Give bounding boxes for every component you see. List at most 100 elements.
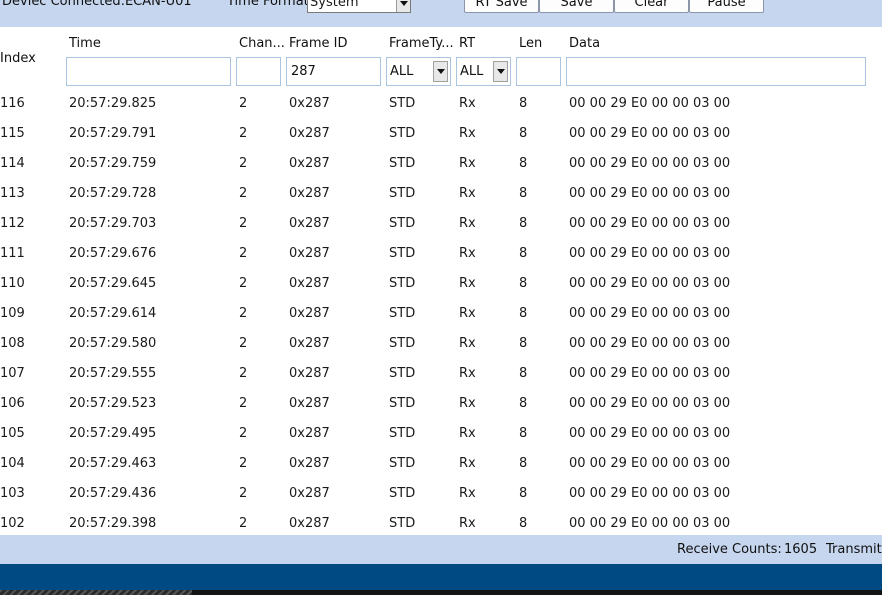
table-row[interactable]: 102 20:57:29.398 2 0x287 STD Rx 8 00 00 29 E0 0…	[0, 510, 882, 534]
frame-id-cell: 0x287	[289, 396, 330, 411]
rt-cell: Rx	[459, 246, 476, 261]
transmit-label: Transmit	[826, 542, 882, 557]
time-cell: 20:57:29.645	[69, 276, 157, 291]
rt-cell: Rx	[459, 306, 476, 321]
data-cell: 00 00 29 E0 00 00 03 00	[569, 336, 731, 351]
rt-cell: Rx	[459, 216, 476, 231]
frame-id-filter-input[interactable]: 287	[286, 57, 381, 86]
index-cell: 110	[0, 276, 25, 291]
frame-id-cell: 0x287	[289, 456, 330, 471]
time-cell: 20:57:29.676	[69, 246, 157, 261]
frame-id-cell: 0x287	[289, 306, 330, 321]
channel-cell: 2	[239, 396, 248, 411]
status-bar: Receive Counts: 1605 Transmit	[0, 535, 882, 564]
time-cell: 20:57:29.495	[69, 426, 157, 441]
table-row[interactable]: 110 20:57:29.645 2 0x287 STD Rx 8 00 00 29 E0 0…	[0, 270, 882, 300]
column-header-rt[interactable]: RT	[459, 36, 475, 51]
rt-cell: Rx	[459, 186, 476, 201]
table-row[interactable]: 106 20:57:29.523 2 0x287 STD Rx 8 00 00 29 E0 0…	[0, 390, 882, 420]
frame-type-cell: STD	[389, 306, 416, 321]
index-cell: 112	[0, 216, 25, 231]
index-cell: 107	[0, 366, 25, 381]
time-cell: 20:57:29.555	[69, 366, 157, 381]
rt-cell: Rx	[459, 456, 476, 471]
time-format-select[interactable]: System	[307, 0, 411, 13]
data-cell: 00 00 29 E0 00 00 03 00	[569, 126, 731, 141]
index-cell: 111	[0, 246, 25, 261]
column-header-time[interactable]: Time	[69, 36, 101, 51]
time-cell: 20:57:29.398	[69, 516, 157, 531]
data-cell: 00 00 29 E0 00 00 03 00	[569, 96, 731, 111]
frame-type-cell: STD	[389, 216, 416, 231]
frame-type-cell: STD	[389, 426, 416, 441]
frame-type-cell: STD	[389, 396, 416, 411]
table-row[interactable]: 104 20:57:29.463 2 0x287 STD Rx 8 00 00 29 E0 0…	[0, 450, 882, 480]
chevron-down-icon	[433, 61, 448, 82]
column-header-frame-type[interactable]: FrameTy...	[389, 36, 454, 51]
time-format-label: Time Format:	[227, 0, 314, 9]
len-cell: 8	[519, 456, 528, 471]
rt-cell: Rx	[459, 426, 476, 441]
table-row[interactable]: 103 20:57:29.436 2 0x287 STD Rx 8 00 00 29 E0 0…	[0, 480, 882, 510]
table-row[interactable]: 115 20:57:29.791 2 0x287 STD Rx 8 00 00 29 E0 0…	[0, 120, 882, 150]
frame-type-cell: STD	[389, 246, 416, 261]
column-header-frame-id[interactable]: Frame ID	[289, 36, 347, 51]
frame-id-cell: 0x287	[289, 126, 330, 141]
chevron-down-icon	[493, 61, 508, 82]
channel-cell: 2	[239, 276, 248, 291]
data-filter-input[interactable]	[566, 57, 866, 86]
table-row[interactable]: 107 20:57:29.555 2 0x287 STD Rx 8 00 00 29 E0 0…	[0, 360, 882, 390]
rt-save-button[interactable]: RT Save	[464, 0, 539, 13]
frame-id-cell: 0x287	[289, 156, 330, 171]
table-row[interactable]: 114 20:57:29.759 2 0x287 STD Rx 8 00 00 29 E0 0…	[0, 150, 882, 180]
clear-button[interactable]: Clear	[614, 0, 689, 13]
device-status-label: Deviec Connected:ECAN-U01	[2, 0, 192, 9]
time-cell: 20:57:29.791	[69, 126, 157, 141]
channel-cell: 2	[239, 126, 248, 141]
len-filter-input[interactable]	[516, 57, 561, 86]
frame-id-cell: 0x287	[289, 516, 330, 531]
column-header-data[interactable]: Data	[569, 36, 600, 51]
len-cell: 8	[519, 486, 528, 501]
time-filter-input[interactable]	[66, 57, 231, 86]
index-cell: 108	[0, 336, 25, 351]
taskbar-dark	[192, 590, 882, 595]
frame-type-filter-select[interactable]: ALL	[386, 57, 451, 86]
column-header-len[interactable]: Len	[519, 36, 542, 51]
channel-cell: 2	[239, 426, 248, 441]
channel-filter-input[interactable]	[236, 57, 281, 86]
table-row[interactable]: 105 20:57:29.495 2 0x287 STD Rx 8 00 00 29 E0 0…	[0, 420, 882, 450]
index-cell: 115	[0, 126, 25, 141]
len-cell: 8	[519, 276, 528, 291]
channel-cell: 2	[239, 186, 248, 201]
data-cell: 00 00 29 E0 00 00 03 00	[569, 516, 731, 531]
rt-cell: Rx	[459, 126, 476, 141]
frame-id-cell: 0x287	[289, 246, 330, 261]
table-row[interactable]: 112 20:57:29.703 2 0x287 STD Rx 8 00 00 29 E0 0…	[0, 210, 882, 240]
channel-cell: 2	[239, 216, 248, 231]
table-row[interactable]: 109 20:57:29.614 2 0x287 STD Rx 8 00 00 29 E0 0…	[0, 300, 882, 330]
table-row[interactable]: 113 20:57:29.728 2 0x287 STD Rx 8 00 00 29 E0 0…	[0, 180, 882, 210]
channel-cell: 2	[239, 516, 248, 531]
time-cell: 20:57:29.728	[69, 186, 157, 201]
table-row[interactable]: 108 20:57:29.580 2 0x287 STD Rx 8 00 00 29 E0 0…	[0, 330, 882, 360]
data-cell: 00 00 29 E0 00 00 03 00	[569, 366, 731, 381]
receive-counts-label: Receive Counts:	[677, 542, 782, 557]
table-row[interactable]: 111 20:57:29.676 2 0x287 STD Rx 8 00 00 29 E0 0…	[0, 240, 882, 270]
pause-button[interactable]: Pause	[689, 0, 764, 13]
save-button[interactable]: Save	[539, 0, 614, 13]
column-header-channel[interactable]: Chan...	[239, 36, 285, 51]
channel-cell: 2	[239, 336, 248, 351]
channel-cell: 2	[239, 156, 248, 171]
time-cell: 20:57:29.580	[69, 336, 157, 351]
frame-id-cell: 0x287	[289, 486, 330, 501]
frame-id-cell: 0x287	[289, 96, 330, 111]
len-cell: 8	[519, 96, 528, 111]
len-cell: 8	[519, 426, 528, 441]
taskbar-edge	[0, 590, 882, 595]
index-cell: 104	[0, 456, 25, 471]
rt-filter-select[interactable]: ALL	[456, 57, 511, 86]
rt-cell: Rx	[459, 96, 476, 111]
rt-cell: Rx	[459, 366, 476, 381]
table-row[interactable]: 116 20:57:29.825 2 0x287 STD Rx 8 00 00 29 E0 0…	[0, 90, 882, 120]
